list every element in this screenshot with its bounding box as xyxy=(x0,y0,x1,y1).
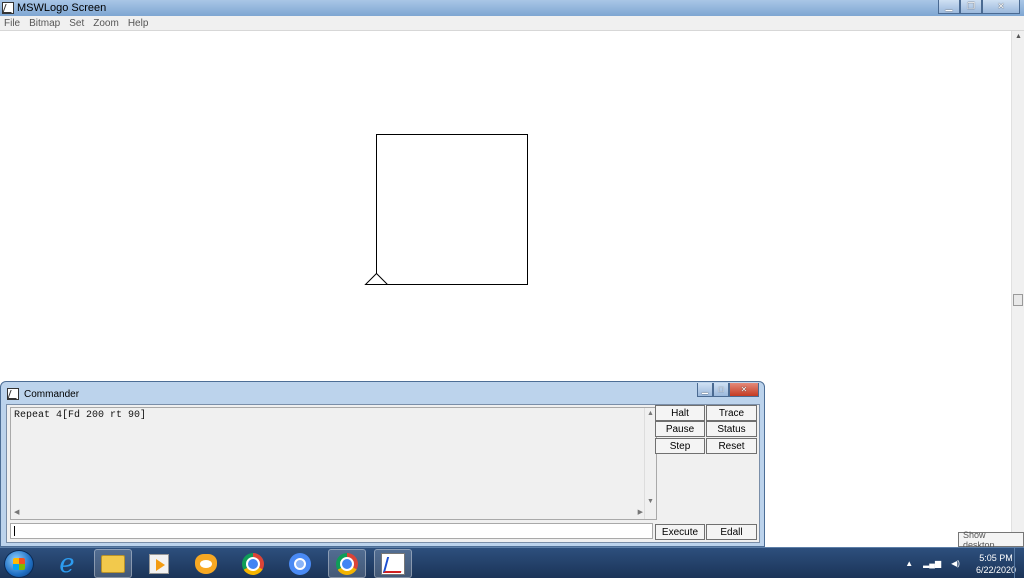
menu-zoom[interactable]: Zoom xyxy=(93,18,119,29)
chrome-active-icon[interactable] xyxy=(328,549,366,578)
pause-button[interactable]: Pause xyxy=(655,421,705,437)
internet-explorer-icon[interactable]: e xyxy=(48,549,86,578)
commander-title: Commander xyxy=(24,388,80,400)
step-button[interactable]: Step xyxy=(655,438,705,454)
clock[interactable]: 5:05 PM 6/22/2020 xyxy=(976,552,1016,576)
chrome-icon[interactable] xyxy=(234,549,272,578)
close-button[interactable]: ✕ xyxy=(982,0,1020,14)
commander-window: Commander ▁ □ ✕ Repeat 4[Fd 200 rt 90] ▲… xyxy=(0,381,765,547)
menu-bitmap[interactable]: Bitmap xyxy=(29,18,60,29)
file-explorer-icon[interactable] xyxy=(94,549,132,578)
system-tray: ▲ ▂▄▆ ◀) 5:05 PM 6/22/2020 xyxy=(905,548,1016,578)
windows-start-icon[interactable] xyxy=(4,550,34,578)
taskbar: e ▲ ▂▄▆ ◀) 5:05 PM 6/22/2020 xyxy=(0,547,1024,578)
history-scroll-down-icon[interactable]: ▼ xyxy=(647,498,654,505)
history-line: Repeat 4[Fd 200 rt 90] xyxy=(14,410,147,421)
volume-icon[interactable]: ◀) xyxy=(951,559,960,568)
commander-body: Repeat 4[Fd 200 rt 90] ▲ ▼ ◀ ▶ Halt Trac… xyxy=(6,404,760,543)
window-controls: ▁ ❐ ✕ xyxy=(938,0,1020,14)
drawn-square xyxy=(376,134,528,285)
mswlogo-app-icon xyxy=(2,2,14,14)
edall-button[interactable]: Edall xyxy=(706,524,757,540)
history-horizontal-scrollbar[interactable]: ◀ ▶ xyxy=(11,509,646,519)
commander-maximize-button[interactable]: □ xyxy=(713,383,729,397)
restore-button[interactable]: ❐ xyxy=(960,0,982,14)
commander-window-controls: ▁ □ ✕ xyxy=(697,383,759,397)
commander-close-button[interactable]: ✕ xyxy=(729,383,759,397)
show-desktop-button[interactable] xyxy=(1014,548,1024,578)
clock-time: 5:05 PM xyxy=(979,552,1013,563)
menu-file[interactable]: File xyxy=(4,18,20,29)
commander-app-icon xyxy=(7,388,19,400)
minimize-button[interactable]: ▁ xyxy=(938,0,960,14)
command-history[interactable]: Repeat 4[Fd 200 rt 90] ▲ ▼ ◀ ▶ xyxy=(10,407,657,520)
chromium-icon[interactable] xyxy=(281,549,319,578)
history-scroll-left-icon[interactable]: ◀ xyxy=(14,508,19,516)
tray-expand-icon[interactable]: ▲ xyxy=(905,559,913,568)
trace-button[interactable]: Trace xyxy=(706,405,757,421)
halt-button[interactable]: Halt xyxy=(655,405,705,421)
network-icon[interactable]: ▂▄▆ xyxy=(923,559,941,568)
commander-title-bar: Commander xyxy=(7,388,79,400)
menu-set[interactable]: Set xyxy=(69,18,84,29)
execute-button[interactable]: Execute xyxy=(655,524,705,540)
history-scroll-up-icon[interactable]: ▲ xyxy=(647,410,654,417)
reset-button[interactable]: Reset xyxy=(706,438,757,454)
scroll-thumb[interactable] xyxy=(1013,294,1023,306)
scroll-up-arrow-icon[interactable]: ▲ xyxy=(1015,33,1022,40)
canvas-vertical-scrollbar[interactable]: ▲ xyxy=(1011,31,1024,547)
show-desktop-tooltip: Show desktop xyxy=(958,530,1024,550)
turtle-icon xyxy=(364,272,389,285)
window-title: MSWLogo Screen xyxy=(17,2,107,14)
menu-bar: File Bitmap Set Zoom Help xyxy=(0,16,1024,31)
main-title-bar: MSWLogo Screen ▁ ❐ ✕ xyxy=(0,0,1024,16)
commander-minimize-button[interactable]: ▁ xyxy=(697,383,713,397)
menu-help[interactable]: Help xyxy=(128,18,149,29)
status-button[interactable]: Status xyxy=(706,421,757,437)
media-player-icon[interactable] xyxy=(140,549,178,578)
command-input[interactable] xyxy=(10,523,653,539)
history-scroll-right-icon[interactable]: ▶ xyxy=(638,508,643,516)
mswlogo-taskbar-icon[interactable] xyxy=(374,549,412,578)
clock-date: 6/22/2020 xyxy=(975,564,1016,575)
scratch-icon[interactable] xyxy=(187,549,225,578)
